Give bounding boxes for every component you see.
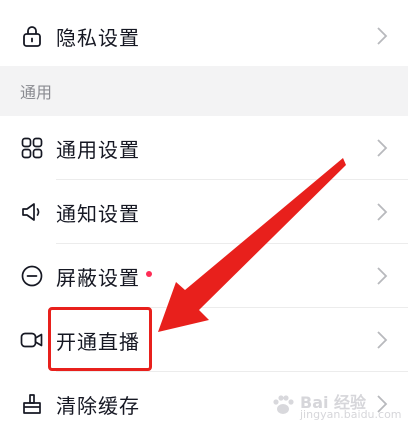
watermark-url: jingyan.baidu.com <box>300 408 402 421</box>
watermark: Bai 经验 jingyan.baidu.com <box>270 389 402 423</box>
annotation-arrow <box>158 158 346 332</box>
paw-icon <box>273 395 294 414</box>
